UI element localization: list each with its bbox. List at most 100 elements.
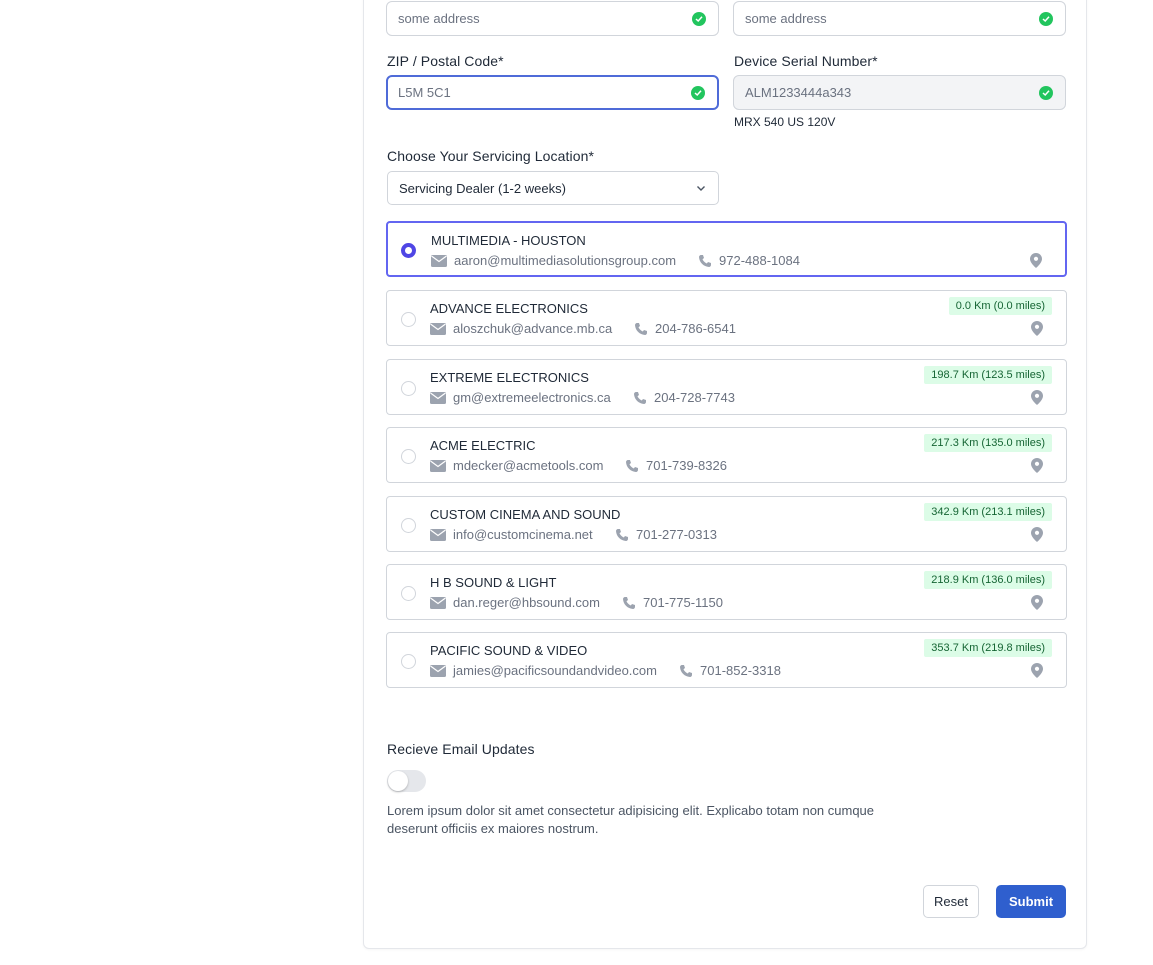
- dealer-phone: 204-728-7743: [633, 390, 735, 405]
- dealer-name: MULTIMEDIA - HOUSTON: [431, 233, 586, 248]
- dealer-email-text: info@customcinema.net: [453, 527, 593, 542]
- mail-icon: [430, 322, 453, 335]
- email-updates-description: Lorem ipsum dolor sit amet consectetur a…: [387, 803, 875, 836]
- phone-icon: [633, 391, 654, 405]
- dealer-phone: 701-852-3318: [679, 663, 781, 678]
- dealer-name: ADVANCE ELECTRONICS: [430, 301, 588, 316]
- serial-label: Device Serial Number*: [734, 53, 878, 69]
- dealer-distance-badge: 217.3 Km (135.0 miles): [924, 434, 1052, 452]
- dealer-distance-badge: 218.9 Km (136.0 miles): [924, 571, 1052, 589]
- dealer-phone: 701-277-0313: [615, 527, 717, 542]
- serial-value: ALM1233444a343: [745, 85, 852, 100]
- dealer-email: gm@extremeelectronics.ca: [430, 390, 611, 405]
- map-pin-icon[interactable]: [1031, 527, 1043, 547]
- dealer-phone: 701-739-8326: [625, 458, 727, 473]
- dealer-option[interactable]: EXTREME ELECTRONICS gm@extremeelectronics…: [386, 359, 1067, 415]
- submit-button[interactable]: Submit: [996, 885, 1066, 918]
- map-pin-icon[interactable]: [1031, 663, 1043, 683]
- dealer-email: info@customcinema.net: [430, 527, 593, 542]
- device-model: MRX 540 US 120V: [734, 115, 836, 129]
- dealer-radio[interactable]: [401, 518, 416, 533]
- dealer-distance-badge: 353.7 Km (219.8 miles): [924, 639, 1052, 657]
- address-input-1-placeholder: some address: [398, 11, 480, 26]
- dealer-option[interactable]: CUSTOM CINEMA AND SOUND info@customcinema…: [386, 496, 1067, 552]
- check-circle-icon: [691, 85, 705, 100]
- dealer-radio[interactable]: [401, 243, 416, 258]
- dealer-radio[interactable]: [401, 586, 416, 601]
- dealer-email-text: aaron@multimediasolutionsgroup.com: [454, 253, 677, 268]
- mail-icon: [430, 528, 453, 541]
- dealer-distance-badge: 342.9 Km (213.1 miles): [924, 503, 1052, 521]
- dealer-phone-text: 701-775-1150: [643, 595, 723, 610]
- dealer-radio[interactable]: [401, 312, 416, 327]
- mail-icon: [430, 596, 453, 609]
- dealer-email: dan.reger@hbsound.com: [430, 595, 600, 610]
- mail-icon: [431, 254, 454, 267]
- zip-input[interactable]: L5M 5C1: [386, 75, 719, 110]
- mail-icon: [430, 391, 453, 404]
- email-updates-label: Recieve Email Updates: [387, 741, 535, 757]
- dealer-option[interactable]: MULTIMEDIA - HOUSTON aaron@multimediasolu…: [386, 221, 1067, 277]
- phone-icon: [679, 664, 700, 678]
- email-updates-toggle[interactable]: [387, 770, 426, 792]
- dealer-email: aaron@multimediasolutionsgroup.com: [431, 253, 676, 268]
- phone-icon: [615, 528, 636, 542]
- dealer-phone: 972-488-1084: [698, 253, 800, 268]
- phone-icon: [625, 459, 646, 473]
- address-input-2-placeholder: some address: [745, 11, 827, 26]
- dealer-phone-text: 204-728-7743: [654, 390, 735, 405]
- map-pin-icon[interactable]: [1031, 390, 1043, 410]
- dealer-email-text: jamies@pacificsoundandvideo.com: [453, 663, 657, 678]
- dealer-option[interactable]: ADVANCE ELECTRONICS aloszchuk@advance.mb.…: [386, 290, 1067, 346]
- toggle-knob: [388, 771, 408, 791]
- dealer-name: ACME ELECTRIC: [430, 438, 536, 453]
- dealer-radio[interactable]: [401, 381, 416, 396]
- dealer-name: EXTREME ELECTRONICS: [430, 370, 589, 385]
- mail-icon: [430, 459, 453, 472]
- dealer-phone-text: 701-852-3318: [700, 663, 781, 678]
- dealer-phone-text: 701-739-8326: [646, 458, 727, 473]
- map-pin-icon[interactable]: [1031, 458, 1043, 478]
- dealer-phone-text: 701-277-0313: [636, 527, 717, 542]
- address-input-2[interactable]: some address: [733, 1, 1066, 36]
- reset-button[interactable]: Reset: [923, 885, 979, 918]
- check-circle-icon: [1039, 85, 1053, 100]
- location-select[interactable]: Servicing Dealer (1-2 weeks): [387, 171, 719, 205]
- dealer-name: CUSTOM CINEMA AND SOUND: [430, 507, 621, 522]
- dealer-radio[interactable]: [401, 654, 416, 669]
- dealer-email-text: dan.reger@hbsound.com: [453, 595, 600, 610]
- check-circle-icon: [692, 11, 706, 26]
- dealer-email-text: aloszchuk@advance.mb.ca: [453, 321, 613, 336]
- zip-value: L5M 5C1: [398, 85, 451, 100]
- dealer-email: aloszchuk@advance.mb.ca: [430, 321, 612, 336]
- map-pin-icon[interactable]: [1031, 321, 1043, 341]
- dealer-option[interactable]: PACIFIC SOUND & VIDEO jamies@pacificsound…: [386, 632, 1067, 688]
- phone-icon: [698, 254, 719, 268]
- dealer-option[interactable]: H B SOUND & LIGHT dan.reger@hbsound.com 70…: [386, 564, 1067, 620]
- dealer-radio[interactable]: [401, 449, 416, 464]
- dealer-distance-badge: 198.7 Km (123.5 miles): [924, 366, 1052, 384]
- phone-icon: [634, 322, 655, 336]
- dealer-phone-text: 972-488-1084: [719, 253, 800, 268]
- location-label: Choose Your Servicing Location*: [387, 148, 595, 164]
- phone-icon: [622, 596, 643, 610]
- dealer-email-text: gm@extremeelectronics.ca: [453, 390, 611, 405]
- chevron-down-icon: [697, 186, 705, 191]
- check-circle-icon: [1039, 11, 1053, 26]
- dealer-phone-text: 204-786-6541: [655, 321, 736, 336]
- dealer-option[interactable]: ACME ELECTRIC mdecker@acmetools.com 701-73…: [386, 427, 1067, 483]
- dealer-email: jamies@pacificsoundandvideo.com: [430, 663, 657, 678]
- dealer-distance-badge: 0.0 Km (0.0 miles): [948, 297, 1052, 315]
- dealer-email: mdecker@acmetools.com: [430, 458, 603, 473]
- location-selected: Servicing Dealer (1-2 weeks): [399, 180, 566, 196]
- address-input-1[interactable]: some address: [386, 1, 719, 36]
- dealer-phone: 701-775-1150: [622, 595, 723, 610]
- map-pin-icon[interactable]: [1030, 253, 1042, 273]
- dealer-name: H B SOUND & LIGHT: [430, 575, 557, 590]
- zip-label: ZIP / Postal Code*: [387, 53, 504, 69]
- dealer-name: PACIFIC SOUND & VIDEO: [430, 643, 588, 658]
- serial-input[interactable]: ALM1233444a343: [733, 75, 1066, 110]
- map-pin-icon[interactable]: [1031, 595, 1043, 615]
- dealer-email-text: mdecker@acmetools.com: [453, 458, 604, 473]
- service-request-card: some address some address ZIP / Postal C…: [363, 0, 1087, 949]
